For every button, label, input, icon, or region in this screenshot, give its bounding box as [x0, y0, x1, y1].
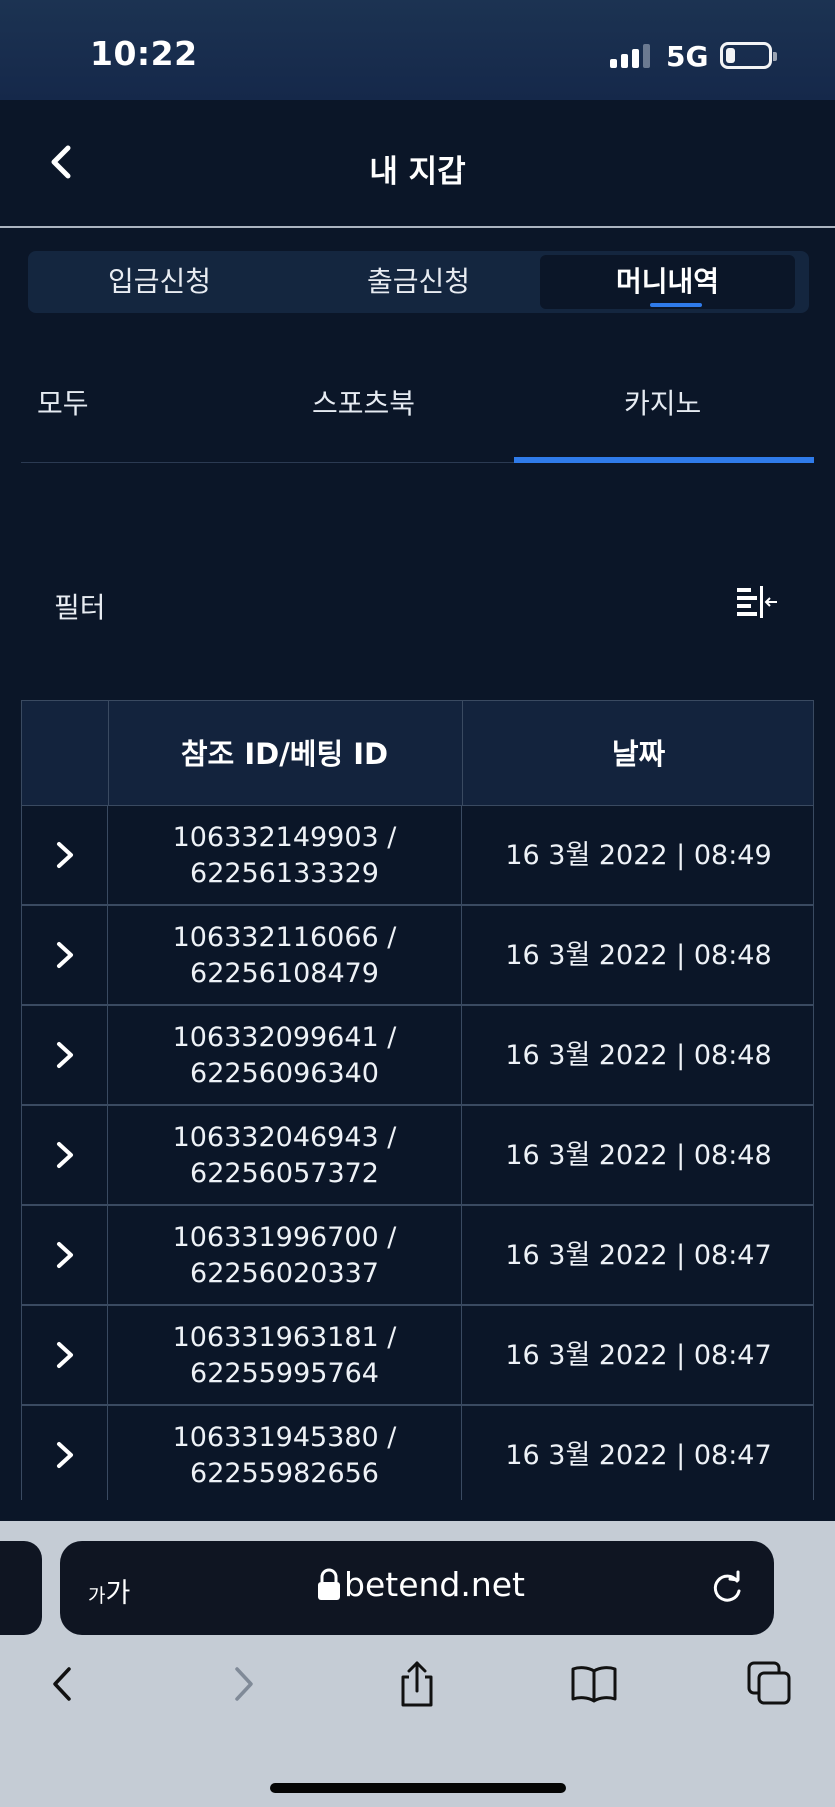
table-row[interactable]: 106331963181 / 62255995764 16 3월 2022 | 08…: [21, 1306, 814, 1406]
chevron-right-icon[interactable]: [50, 1439, 80, 1471]
table-row[interactable]: 106331996700 / 62256020337 16 3월 2022 | 08…: [21, 1206, 814, 1306]
tab-casino[interactable]: 카지노: [624, 382, 701, 422]
tab-label: 출금신청: [366, 265, 471, 298]
column-header-ref-id: 참조 ID/베팅 ID: [180, 737, 389, 771]
lock-icon: [318, 1568, 340, 1600]
reference-id: 106332149903 /: [172, 822, 397, 853]
text-size-button[interactable]: 가가: [88, 1571, 130, 1610]
bet-id: 62256108479: [190, 958, 379, 989]
status-bar: 10:22 5G: [0, 0, 835, 100]
bookmarks-icon[interactable]: [569, 1659, 619, 1709]
bet-id: 62256057372: [190, 1158, 379, 1189]
tab-all[interactable]: 모두: [37, 382, 89, 422]
signal-icon: [610, 44, 652, 68]
bet-id: 62255982656: [190, 1458, 379, 1489]
ref-bet-id-cell: 106332099641 / 62256096340: [108, 1020, 461, 1092]
table-row[interactable]: 106332046943 / 62256057372 16 3월 2022 | 08…: [21, 1106, 814, 1206]
address-bar[interactable]: 가가 betend.net: [60, 1541, 774, 1635]
date-cell: 16 3월 2022 | 08:48: [505, 1040, 772, 1071]
reference-id: 106331996700 /: [172, 1222, 397, 1253]
bet-id: 62256020337: [190, 1258, 379, 1289]
tab-label: 입금신청: [107, 265, 212, 298]
browser-chrome: 가가 betend.net: [0, 1521, 835, 1807]
reference-id: 106331963181 /: [172, 1322, 397, 1353]
tabs-icon[interactable]: [745, 1659, 795, 1709]
date-cell: 16 3월 2022 | 08:47: [505, 1440, 772, 1471]
table-row[interactable]: 106332116066 / 62256108479 16 3월 2022 | 08…: [21, 906, 814, 1006]
transaction-table: 참조 ID/베팅 ID 날짜 106332149903 / 62256133329…: [21, 700, 814, 1500]
filter-label[interactable]: 필터: [54, 586, 106, 626]
date-cell: 16 3월 2022 | 08:48: [505, 940, 772, 971]
bet-id: 62255995764: [190, 1358, 379, 1389]
active-tab-indicator: [650, 303, 702, 307]
ref-bet-id-cell: 106331996700 / 62256020337: [108, 1220, 461, 1292]
reference-id: 106331945380 /: [172, 1422, 397, 1453]
chevron-right-icon[interactable]: [50, 1139, 80, 1171]
status-time: 10:22: [90, 34, 198, 73]
table-header: 참조 ID/베팅 ID 날짜: [21, 700, 814, 807]
ref-bet-id-cell: 106331945380 / 62255982656: [108, 1420, 461, 1492]
chevron-right-icon[interactable]: [50, 939, 80, 971]
table-row[interactable]: 106332149903 / 62256133329 16 3월 2022 | 08…: [21, 806, 814, 906]
date-cell: 16 3월 2022 | 08:47: [505, 1240, 772, 1271]
network-label: 5G: [666, 40, 709, 73]
tab-sportsbook[interactable]: 스포츠북: [312, 382, 415, 422]
category-tabs: 모두 스포츠북 카지노: [21, 340, 814, 464]
tab-withdraw-request[interactable]: 출금신청: [291, 255, 546, 309]
chevron-right-icon[interactable]: [50, 1239, 80, 1271]
ref-bet-id-cell: 106332046943 / 62256057372: [108, 1120, 461, 1192]
page-title: 내 지갑: [369, 154, 466, 190]
date-cell: 16 3월 2022 | 08:48: [505, 1140, 772, 1171]
tab-money-history[interactable]: 머니내역: [540, 255, 795, 309]
chevron-right-icon[interactable]: [50, 1339, 80, 1371]
filter-collapse-icon[interactable]: [735, 580, 781, 626]
chevron-right-icon[interactable]: [50, 839, 80, 871]
wallet-tabs: 입금신청 출금신청 머니내역: [28, 251, 809, 313]
home-indicator: [270, 1783, 566, 1793]
forward-icon[interactable]: [218, 1659, 268, 1709]
reload-icon[interactable]: [708, 1569, 746, 1607]
bet-id: 62256133329: [190, 858, 379, 889]
previous-tab-preview[interactable]: [0, 1541, 42, 1635]
tab-deposit-request[interactable]: 입금신청: [32, 255, 287, 309]
bet-id: 62256096340: [190, 1058, 379, 1089]
table-row[interactable]: 106331945380 / 62255982656 16 3월 2022 | 08…: [21, 1406, 814, 1500]
header-divider: [0, 226, 835, 228]
chevron-right-icon[interactable]: [50, 1039, 80, 1071]
reference-id: 106332116066 /: [172, 922, 397, 953]
ref-bet-id-cell: 106331963181 / 62255995764: [108, 1320, 461, 1392]
reference-id: 106332099641 /: [172, 1022, 397, 1053]
battery-icon: [720, 42, 777, 69]
ref-bet-id-cell: 106332116066 / 62256108479: [108, 920, 461, 992]
ref-bet-id-cell: 106332149903 / 62256133329: [108, 820, 461, 892]
share-icon[interactable]: [392, 1659, 442, 1709]
active-category-indicator: [514, 457, 814, 463]
back-icon[interactable]: [38, 1659, 88, 1709]
date-cell: 16 3월 2022 | 08:49: [505, 840, 772, 871]
url-text[interactable]: betend.net: [344, 1565, 525, 1604]
column-header-date: 날짜: [611, 737, 666, 771]
tab-label: 머니내역: [615, 265, 720, 298]
reference-id: 106332046943 /: [172, 1122, 397, 1153]
date-cell: 16 3월 2022 | 08:47: [505, 1340, 772, 1371]
table-row[interactable]: 106332099641 / 62256096340 16 3월 2022 | 08…: [21, 1006, 814, 1106]
